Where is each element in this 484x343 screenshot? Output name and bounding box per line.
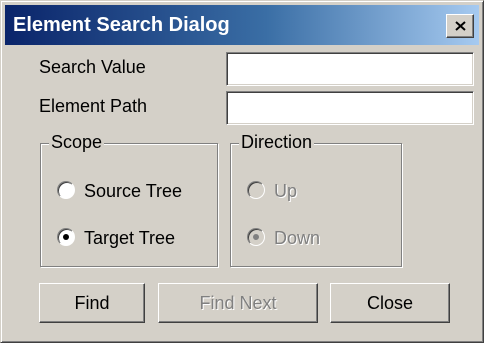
close-x-icon [455, 21, 466, 31]
direction-legend: Direction [239, 132, 315, 153]
radio-source-tree-label: Source Tree [84, 181, 183, 201]
element-path-label: Element Path [39, 96, 148, 116]
search-value-label: Search Value [39, 57, 146, 77]
element-path-input[interactable] [226, 91, 474, 125]
title-bar[interactable]: Element Search Dialog [5, 5, 479, 45]
radio-target-tree-label: Target Tree [84, 228, 176, 248]
close-window-button[interactable] [446, 14, 474, 38]
radio-up[interactable] [247, 181, 265, 199]
radio-selected-dot [63, 234, 69, 240]
close-button[interactable]: Close [330, 283, 450, 323]
radio-down-label: Down [274, 228, 321, 248]
find-button[interactable]: Find [39, 283, 145, 323]
window-title: Element Search Dialog [13, 14, 230, 36]
radio-source-tree[interactable] [57, 181, 75, 199]
radio-selected-dot [253, 234, 259, 240]
element-search-dialog: Element Search Dialog Search Value Eleme… [0, 0, 484, 343]
direction-group: Direction Up Down [230, 132, 402, 267]
search-value-input[interactable] [226, 52, 474, 86]
radio-target-tree[interactable] [57, 228, 75, 246]
scope-group: Scope Source Tree Target Tree [40, 132, 218, 267]
scope-legend: Scope [49, 132, 105, 153]
radio-down[interactable] [247, 228, 265, 246]
radio-up-label: Up [274, 181, 298, 201]
find-next-button[interactable]: Find Next [158, 283, 318, 323]
